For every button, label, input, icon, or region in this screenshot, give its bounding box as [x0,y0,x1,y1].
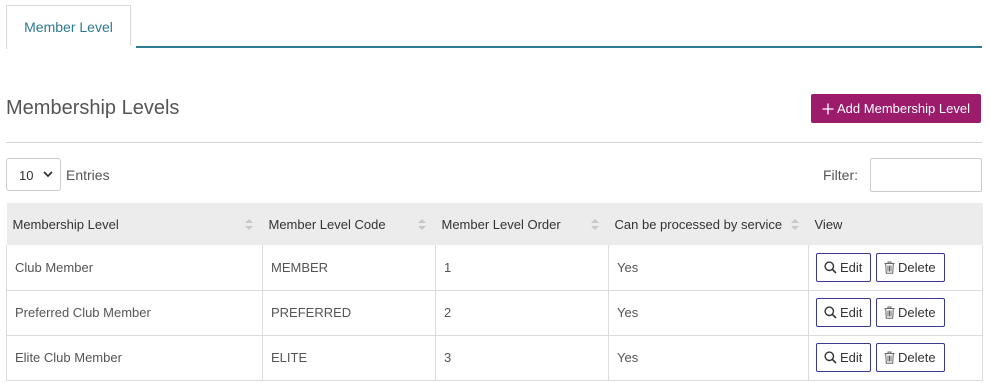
cell-member-level-order: 1 [435,245,609,291]
edit-button[interactable]: Edit [816,298,872,327]
entries-value: 10 [19,168,34,183]
cell-actions: Edit Delete [808,335,983,381]
trash-icon [884,306,895,319]
trash-icon [884,351,895,364]
page-title: Membership Levels [6,97,180,119]
cell-can-be-processed: Yes [608,245,809,291]
edit-button[interactable]: Edit [816,343,872,372]
column-header-view: View [808,203,983,245]
delete-label: Delete [898,350,936,365]
tab-bar [6,0,982,48]
column-header-can-be-processed[interactable]: Can be processed by service [608,203,809,245]
cell-member-level-code: MEMBER [262,245,436,291]
cell-membership-level: Elite Club Member [6,335,263,381]
cell-membership-level: Preferred Club Member [6,290,263,336]
search-icon [824,261,837,274]
cell-actions: Edit Delete [808,290,983,336]
table-row: Club Member MEMBER 1 Yes Edit Delete [6,245,983,291]
cell-member-level-order: 2 [435,290,609,336]
plus-icon [822,103,834,114]
add-membership-level-button[interactable]: Add Membership Level [811,94,981,123]
sort-icon [790,219,799,230]
column-label: Can be processed by service [614,216,783,232]
sort-icon [417,219,426,230]
search-icon [824,306,837,319]
filter-label: Filter: [823,167,858,183]
edit-label: Edit [840,305,863,320]
entries-label: Entries [66,167,110,183]
entries-select[interactable]: 10 [6,158,61,191]
column-header-membership-level[interactable]: Membership Level [6,203,263,245]
delete-label: Delete [898,259,936,275]
sort-icon [244,219,253,230]
table-header-row: Membership Level Member Level Code Membe… [6,203,983,245]
membership-levels-table: Membership Level Member Level Code Membe… [6,203,983,381]
delete-button[interactable]: Delete [876,343,945,372]
cell-member-level-code: PREFERRED [262,290,436,336]
add-button-label: Add Membership Level [837,101,970,116]
tab-member-level[interactable]: Member Level [6,5,131,49]
chevron-down-icon [43,171,53,178]
table-row: Preferred Club Member PREFERRED 2 Yes Ed… [6,290,983,336]
active-tab-indicator [13,46,136,49]
table-row: Elite Club Member ELITE 3 Yes Edit Delet… [6,335,983,381]
filter-input[interactable] [870,158,982,192]
edit-label: Edit [840,259,863,275]
trash-icon [884,261,895,274]
delete-button[interactable]: Delete [876,252,945,282]
sort-icon [590,219,599,230]
column-label: Member Level Order [441,216,561,232]
delete-button[interactable]: Delete [876,298,945,327]
column-header-member-level-code[interactable]: Member Level Code [262,203,436,245]
cell-actions: Edit Delete [808,245,983,291]
column-label: Member Level Code [268,216,386,232]
edit-label: Edit [840,350,863,365]
search-icon [824,351,837,364]
delete-label: Delete [898,305,936,320]
cell-can-be-processed: Yes [608,290,809,336]
cell-can-be-processed: Yes [608,335,809,381]
edit-button[interactable]: Edit [816,252,872,282]
column-header-member-level-order[interactable]: Member Level Order [435,203,609,245]
cell-membership-level: Club Member [6,245,263,291]
column-label: Membership Level [12,216,119,232]
divider [6,142,982,143]
cell-member-level-code: ELITE [262,335,436,381]
cell-member-level-order: 3 [435,335,609,381]
column-label: View [814,216,843,232]
